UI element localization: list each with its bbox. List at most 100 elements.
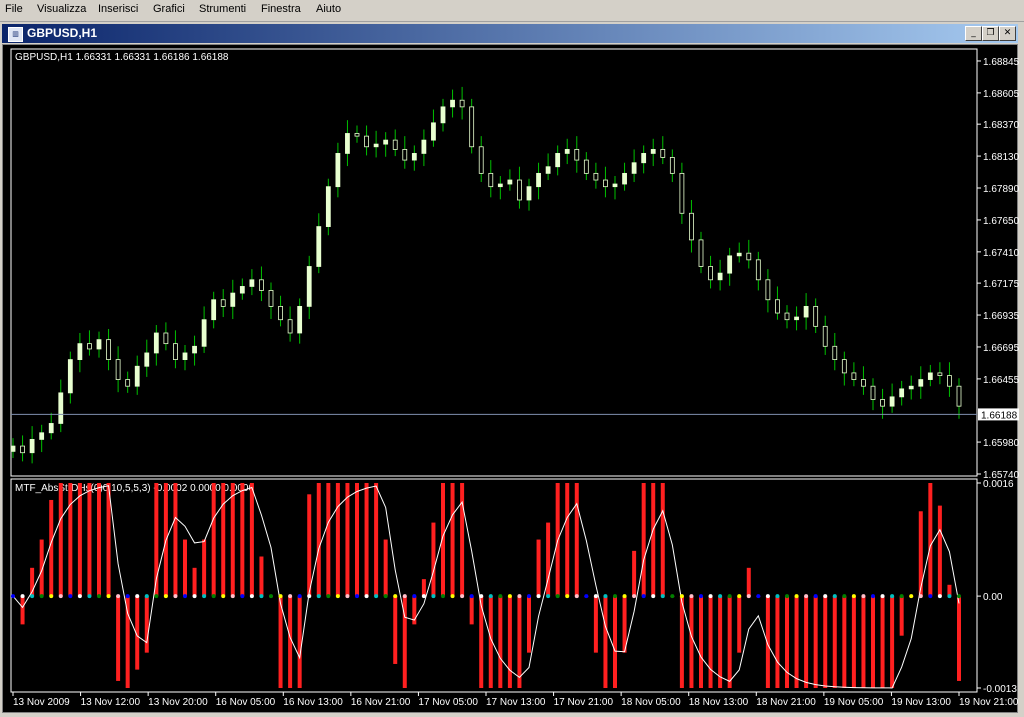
signal-dot <box>460 594 465 599</box>
indicator-header: MTF_AbsStrDHs(0)0,10,5,5,3) -0.0002 0.00… <box>15 483 254 494</box>
candle-body <box>39 432 45 440</box>
candle-body <box>870 385 876 400</box>
candle-body <box>947 375 952 387</box>
chart-window-titlebar[interactable]: ▥ GBPUSD,H1 _ ❐ ✕ <box>2 24 1018 43</box>
histogram-bar <box>202 539 207 597</box>
menu-visualizza[interactable]: Visualizza <box>37 3 86 15</box>
candle-body <box>335 153 341 188</box>
candle-body <box>765 279 771 301</box>
candle-body <box>927 372 933 380</box>
signal-dot <box>794 594 799 599</box>
restore-button[interactable]: ❐ <box>982 26 999 41</box>
signal-dot <box>211 594 216 599</box>
signal-dot <box>288 594 293 599</box>
candle-body <box>612 183 618 188</box>
candle-body <box>58 392 64 424</box>
candle-body <box>880 399 885 407</box>
candle-body <box>679 172 685 214</box>
candle-body <box>144 352 150 367</box>
candle-body <box>507 179 513 185</box>
menu-finestra[interactable]: Finestra <box>261 3 301 15</box>
candle-body <box>698 239 704 267</box>
histogram-bar <box>689 596 694 688</box>
candle-body <box>96 339 102 350</box>
menu-grafici[interactable]: Grafici <box>153 3 185 15</box>
time-axis-label: 16 Nov 05:00 <box>216 697 276 708</box>
signal-dot <box>412 594 417 599</box>
time-axis-label: 17 Nov 13:00 <box>486 697 546 708</box>
time-axis-label: 18 Nov 05:00 <box>621 697 681 708</box>
histogram-bar <box>603 596 608 688</box>
histogram-bar <box>183 539 187 597</box>
histogram-bar <box>890 596 895 688</box>
histogram-bar <box>775 596 780 688</box>
signal-dot <box>546 594 551 599</box>
candle-body <box>125 379 131 387</box>
signal-dot <box>269 594 273 599</box>
histogram-bar <box>326 483 331 597</box>
candle-body <box>832 345 838 361</box>
signal-dot <box>106 594 111 599</box>
signal-dot <box>364 594 369 599</box>
price-axis-label: 1.67410 <box>983 248 1019 259</box>
histogram-bar <box>851 596 856 688</box>
signal-dot <box>479 594 484 599</box>
histogram-bar <box>230 483 235 597</box>
histogram-bar <box>641 483 646 597</box>
candle-body <box>411 153 417 161</box>
histogram-bar <box>727 596 732 688</box>
price-chart-header: GBPUSD,H1 1.66331 1.66331 1.66186 1.6618… <box>15 52 229 63</box>
minimize-button[interactable]: _ <box>965 26 982 41</box>
candle-body <box>87 343 92 350</box>
time-axis-label: 13 Nov 12:00 <box>81 697 141 708</box>
histogram-bar <box>527 596 531 653</box>
histogram-bar <box>240 483 245 597</box>
candle-body <box>564 149 570 154</box>
candle-body <box>889 396 895 407</box>
signal-dot <box>441 594 445 599</box>
chart-area[interactable]: GBPUSD,H1 1.66331 1.66331 1.66186 1.6618… <box>2 44 1019 714</box>
histogram-bar <box>192 567 197 597</box>
price-axis-label: 1.68130 <box>983 152 1019 163</box>
histogram-bar <box>249 483 254 597</box>
signal-dot <box>765 594 770 599</box>
histogram-bar <box>880 596 885 688</box>
signal-dot <box>30 594 35 599</box>
candle-body <box>526 186 532 201</box>
candle-body <box>851 372 857 380</box>
histogram-bar <box>421 579 426 597</box>
signal-dot <box>593 594 598 599</box>
price-axis-label: 1.66455 <box>983 375 1019 386</box>
time-axis-label: 13 Nov 20:00 <box>148 697 208 708</box>
histogram-bar <box>87 483 92 597</box>
signal-dot <box>154 594 159 599</box>
menu-strumenti[interactable]: Strumenti <box>199 3 246 15</box>
candle-body <box>153 332 159 354</box>
signal-dot <box>488 594 493 599</box>
histogram-bar <box>469 596 474 625</box>
signal-dot <box>613 594 617 599</box>
menu-aiuto[interactable]: Aiuto <box>316 3 341 15</box>
histogram-bar <box>957 596 961 681</box>
candle-body <box>708 266 713 281</box>
histogram-bar <box>899 596 904 636</box>
menu-bar: File Visualizza Inserisci Grafici Strumenti F… <box>0 0 1024 22</box>
signal-dot <box>584 594 589 599</box>
candle-body <box>469 106 475 148</box>
signal-dot <box>374 594 379 599</box>
menu-inserisci[interactable]: Inserisci <box>98 3 138 15</box>
chart-svg[interactable]: GBPUSD,H1 1.66331 1.66331 1.66186 1.6618… <box>3 45 1019 714</box>
signal-dot <box>297 594 302 599</box>
close-button[interactable]: ✕ <box>999 26 1016 41</box>
signal-dot <box>421 594 426 599</box>
candle-body <box>622 172 627 185</box>
histogram-bar <box>832 596 837 688</box>
signal-dot <box>756 594 761 599</box>
signal-dot <box>679 594 684 599</box>
signal-dot <box>221 594 226 599</box>
menu-file[interactable]: File <box>5 3 23 15</box>
candle-body <box>287 319 293 334</box>
candle-body <box>669 157 675 174</box>
candle-body <box>67 359 73 394</box>
signal-dot <box>813 594 818 599</box>
